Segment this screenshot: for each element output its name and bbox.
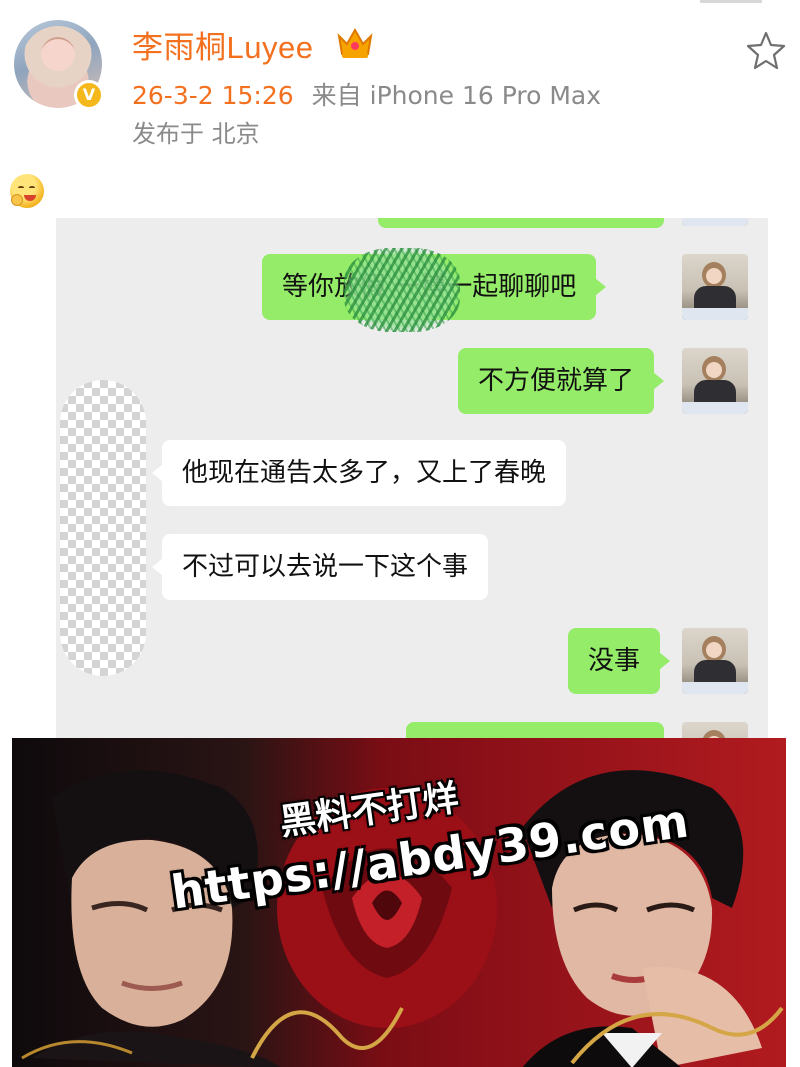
chat-avatar — [682, 628, 748, 694]
star-icon[interactable] — [746, 30, 786, 70]
chat-screenshot: 等你放假 一博一起聊聊吧 不方便就算了 他现在通告太多了，又上了春晚 不过可以去… — [56, 218, 768, 740]
username[interactable]: 李雨桐Luyee — [132, 22, 313, 67]
chat-bubble-cut-top — [378, 218, 664, 228]
post-time: 26-3-2 15:26 — [132, 81, 294, 110]
crown-icon — [337, 27, 373, 58]
chat-bubble-left: 他现在通告太多了，又上了春晚 — [151, 440, 567, 506]
post-location: 发布于 北京 — [132, 120, 260, 148]
chat-avatar — [682, 254, 748, 320]
emoji-icon — [10, 174, 44, 208]
emoji-eye-right — [29, 186, 35, 189]
chat-avatar — [682, 218, 748, 226]
censored-avatar — [60, 380, 146, 676]
emoji-hand — [11, 194, 23, 206]
emoji-eye-left — [18, 186, 24, 189]
post-header: V 李雨桐Luyee 26-3-2 15:26 来自 iPhone 16 Pro … — [0, 0, 800, 160]
chat-avatar — [682, 348, 748, 414]
redaction-scribble — [344, 248, 460, 332]
chat-bubble-right: 没事 — [568, 628, 671, 694]
chat-bubble-right: 不方便就算了 — [458, 348, 665, 414]
chat-bubble-left: 不过可以去说一下这个事 — [151, 534, 489, 600]
emoji-mouth — [24, 195, 36, 201]
top-divider — [700, 0, 762, 3]
post-source: 来自 iPhone 16 Pro Max — [311, 81, 602, 110]
verified-badge-icon: V — [74, 80, 104, 110]
post-meta: 26-3-2 15:26 来自 iPhone 16 Pro Max — [132, 76, 601, 112]
gold-script-decoration — [21, 1006, 784, 1065]
